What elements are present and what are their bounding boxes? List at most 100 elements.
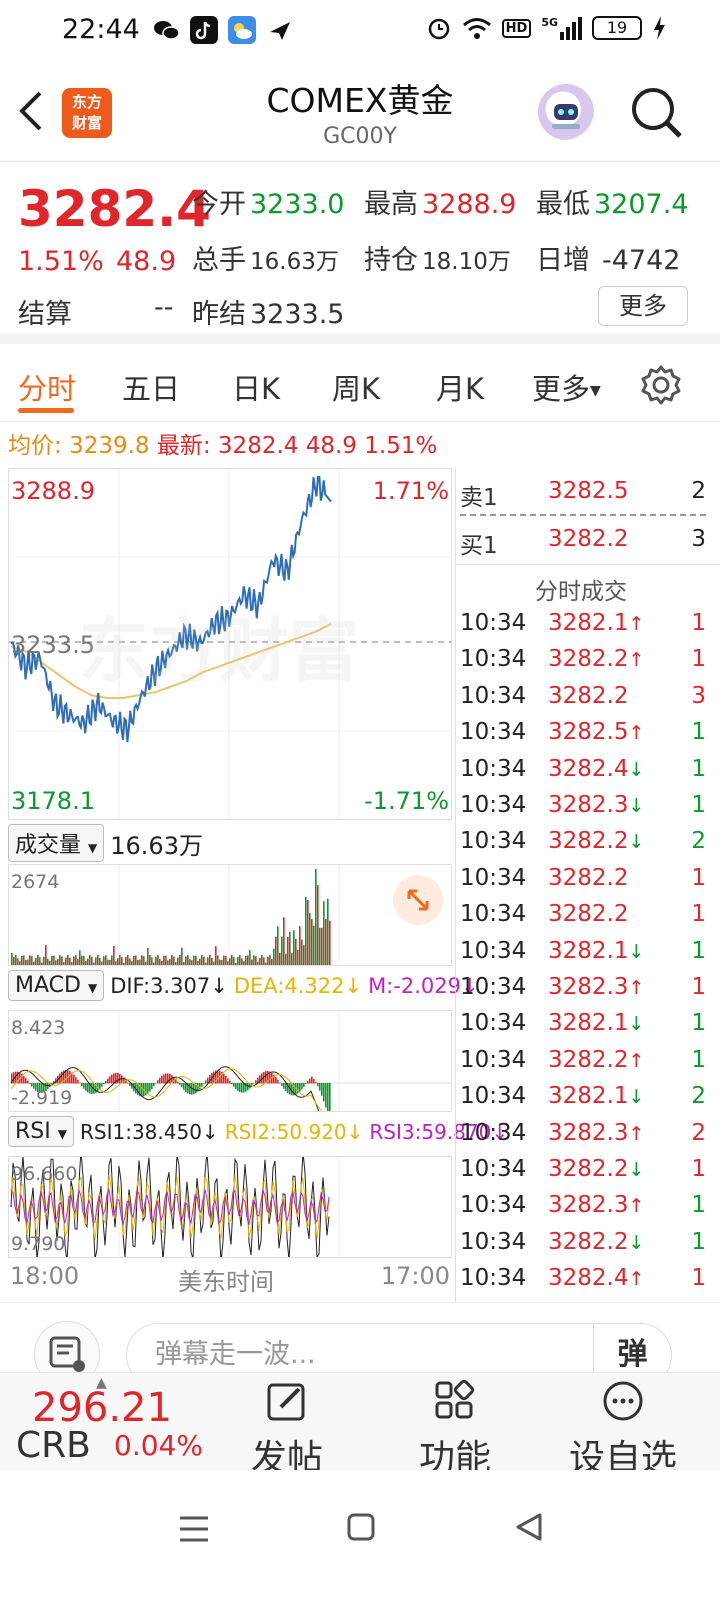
trade-time: 10:34 xyxy=(460,1156,527,1182)
last-price: 3282.4 xyxy=(18,180,211,238)
volume-bar xyxy=(239,955,241,965)
high-cell: 最高 3288.9 xyxy=(364,189,517,220)
volume-bar xyxy=(229,958,231,965)
macd-select[interactable]: MACD ▼ xyxy=(8,970,105,1001)
menu-icon[interactable] xyxy=(178,1514,210,1544)
time-end: 17:00 xyxy=(380,1262,450,1290)
macd-dea: DEA:4.322↓ xyxy=(233,973,363,998)
rsi2-value: RSI2:50.920↓ xyxy=(224,1119,364,1144)
volume-indicator-header: 成交量 ▼ 16.63万 xyxy=(8,824,203,862)
volume-bar xyxy=(143,956,145,965)
rsi-select[interactable]: RSI ▼ xyxy=(8,1116,74,1147)
macd-bar xyxy=(237,1083,239,1091)
macd-bar xyxy=(157,1080,159,1084)
volume-bar xyxy=(215,946,217,965)
volume-bar xyxy=(29,955,31,965)
tab-weekly-k[interactable]: 周K xyxy=(332,366,380,408)
volume-bar xyxy=(31,956,33,965)
macd-bar xyxy=(87,1083,89,1093)
macd-chart[interactable]: 8.423 -2.919 xyxy=(8,1010,452,1147)
macd-min: -2.919 xyxy=(11,1087,73,1109)
volume-bar xyxy=(279,952,281,965)
trade-price: 3282.2 xyxy=(548,682,629,709)
volume-bar xyxy=(181,947,183,965)
trade-row: 10:34 3282.2↓ 1 xyxy=(460,1229,706,1255)
macd-bar xyxy=(329,1083,331,1121)
trade-row: 10:34 3282.4↓ 1 xyxy=(460,756,706,782)
home-square-icon[interactable] xyxy=(346,1512,376,1542)
volume-bar xyxy=(265,962,267,965)
volume-bar xyxy=(105,955,107,965)
macd-bar xyxy=(325,1083,327,1108)
trade-time: 10:34 xyxy=(460,682,527,709)
macd-bar xyxy=(247,1083,249,1091)
rsi-chart[interactable]: 96.660 9.790 xyxy=(8,1150,452,1263)
add-watchlist-button[interactable]: 设自选 xyxy=(558,1379,688,1470)
trade-qty: 1 xyxy=(691,937,706,964)
volume-bar xyxy=(161,960,163,965)
trade-price: 3282.1↑ xyxy=(548,610,645,636)
volume-bar xyxy=(53,955,55,965)
trade-row: 10:34 3282.2↑ 1 xyxy=(460,1047,706,1073)
volume-bar xyxy=(207,957,209,965)
volume-bar xyxy=(91,956,93,965)
macd-bar xyxy=(113,1073,115,1084)
volume-bar xyxy=(263,957,265,965)
volume-bar xyxy=(155,956,157,965)
tab-five-day[interactable]: 五日 xyxy=(122,366,180,408)
macd-bar xyxy=(177,1081,179,1084)
assistant-robot-icon[interactable] xyxy=(538,84,594,140)
volume-bar xyxy=(45,945,47,965)
volume-bar xyxy=(73,956,75,965)
expand-chart-icon[interactable] xyxy=(393,875,443,925)
volume-bar xyxy=(223,955,225,965)
volume-bar xyxy=(13,957,15,965)
trade-time: 10:34 xyxy=(460,1119,527,1146)
tab-more[interactable]: 更多▼ xyxy=(532,366,601,408)
macd-bar xyxy=(111,1074,113,1084)
panel-divider xyxy=(456,564,720,565)
volume-bar xyxy=(59,955,61,965)
weather-icon xyxy=(228,16,256,44)
tab-daily-k[interactable]: 日K xyxy=(232,366,280,408)
macd-bar xyxy=(309,1078,311,1084)
volume-bar xyxy=(241,958,243,965)
trade-row: 10:34 3282.3↓ 1 xyxy=(460,792,706,818)
settings-gear-icon[interactable] xyxy=(640,364,682,406)
volume-bar xyxy=(285,953,287,965)
macd-bar xyxy=(317,1083,319,1087)
post-button[interactable]: 发帖 xyxy=(222,1379,352,1470)
back-triangle-icon[interactable] xyxy=(514,1512,544,1542)
macd-bar xyxy=(205,1080,207,1084)
comment-bar: 弹幕走一波... 弹 xyxy=(0,1302,720,1387)
volume-bar xyxy=(233,957,235,965)
volume-bar xyxy=(231,955,233,965)
functions-button[interactable]: 功能 xyxy=(390,1379,520,1470)
intraday-price-chart[interactable]: 3288.9 1.71% 3233.5 3178.1 -1.71% 东方财富 xyxy=(8,468,452,820)
volume-total: 16.63万 xyxy=(110,831,203,860)
macd-bar xyxy=(279,1082,281,1084)
volume-chart[interactable]: 2674 xyxy=(8,864,452,966)
macd-bar xyxy=(185,1083,187,1092)
volume-bar xyxy=(235,962,237,965)
more-quote-button[interactable]: 更多 xyxy=(598,286,688,326)
volume-bar xyxy=(219,959,221,965)
volume-select[interactable]: 成交量 ▼ xyxy=(8,824,105,862)
change-value: 48.9 xyxy=(116,246,177,277)
volume-bar xyxy=(175,962,177,965)
trade-direction-icon: ↑ xyxy=(628,613,645,635)
trade-direction-icon: ↓ xyxy=(628,1159,645,1181)
volume-bar xyxy=(311,919,313,965)
volume-bar xyxy=(85,960,87,965)
search-icon[interactable] xyxy=(628,84,684,140)
macd-bar xyxy=(129,1083,131,1086)
trade-time: 10:34 xyxy=(460,1265,527,1292)
macd-bar xyxy=(153,1083,155,1087)
macd-bar xyxy=(307,1081,309,1084)
tab-intraday[interactable]: 分时 xyxy=(18,366,76,408)
tab-monthly-k[interactable]: 月K xyxy=(436,366,484,408)
hd-badge: HD xyxy=(501,18,532,38)
volume-bar xyxy=(261,955,263,965)
macd-bar xyxy=(235,1083,237,1090)
volume-bar xyxy=(305,897,307,965)
